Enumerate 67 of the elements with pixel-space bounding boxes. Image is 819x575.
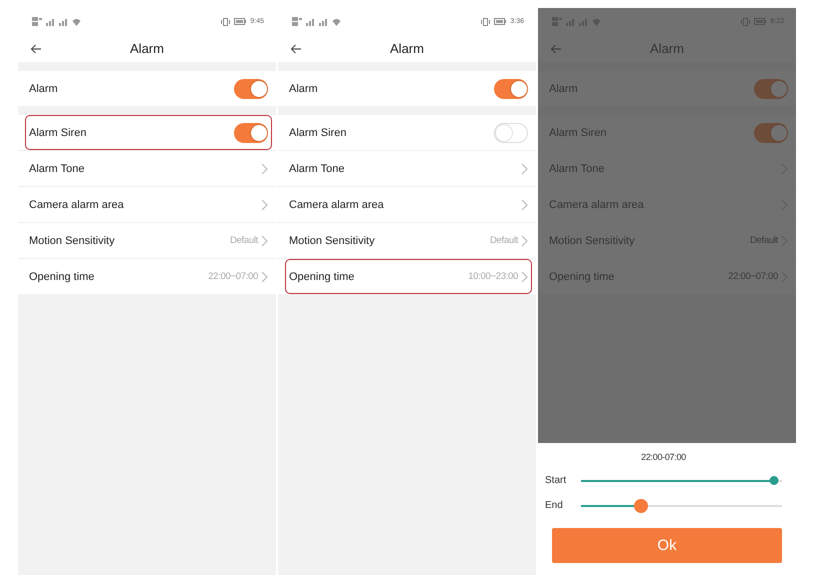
setting-label: Alarm Tone bbox=[549, 162, 606, 174]
wifi-icon bbox=[332, 18, 341, 26]
setting-label: Opening time bbox=[29, 270, 96, 282]
sim-card-icon bbox=[292, 17, 303, 26]
setting-row[interactable]: Motion Sensitivity Default bbox=[25, 223, 272, 258]
screen-title: Alarm bbox=[130, 40, 164, 58]
time-range: 22:00-07:00 bbox=[641, 452, 686, 462]
setting-row[interactable]: Alarm Tone bbox=[285, 151, 532, 186]
setting-label: Alarm Siren bbox=[289, 126, 348, 138]
time-slider[interactable] bbox=[581, 498, 782, 512]
setting-value: 10:00~23:00 bbox=[468, 271, 518, 282]
chevron-right-icon bbox=[261, 198, 268, 210]
setting-row[interactable]: Alarm Tone bbox=[25, 151, 272, 186]
slider-thumb[interactable] bbox=[769, 476, 778, 485]
vibrate-icon bbox=[221, 18, 230, 26]
setting-row[interactable]: Alarm Siren bbox=[285, 115, 532, 150]
setting-row[interactable]: Opening time 10:00~23:00 bbox=[285, 259, 532, 294]
setting-label: Alarm Siren bbox=[549, 126, 608, 138]
chevron-right-icon bbox=[261, 270, 268, 282]
chevron-right-icon bbox=[521, 162, 528, 174]
time-slider[interactable] bbox=[581, 474, 782, 488]
screen-title: Alarm bbox=[390, 40, 424, 58]
toggle-switch[interactable] bbox=[494, 122, 528, 142]
battery-icon bbox=[234, 18, 246, 25]
setting-label: Motion Sensitivity bbox=[29, 234, 116, 246]
setting-row[interactable]: Camera alarm area bbox=[285, 187, 532, 222]
chevron-right-icon bbox=[261, 162, 268, 174]
setting-label: Alarm bbox=[29, 82, 59, 94]
setting-label: Camera alarm area bbox=[289, 198, 385, 210]
setting-row[interactable]: Opening time 22:00~07:00 bbox=[25, 259, 272, 294]
setting-value: 22:00~07:00 bbox=[208, 271, 258, 282]
setting-label: Alarm bbox=[549, 82, 579, 94]
back-arrow-icon[interactable] bbox=[290, 44, 302, 54]
chevron-right-icon bbox=[521, 234, 528, 246]
setting-label: Camera alarm area bbox=[549, 198, 645, 210]
setting-label: Motion Sensitivity bbox=[289, 234, 376, 246]
setting-label: Opening time bbox=[549, 270, 616, 282]
setting-label: Alarm Tone bbox=[29, 162, 86, 174]
setting-label: Alarm Siren bbox=[29, 126, 88, 138]
setting-label: Alarm bbox=[289, 82, 319, 94]
signal-icon bbox=[319, 18, 329, 26]
screen-title: Alarm bbox=[650, 40, 684, 58]
setting-label: Camera alarm area bbox=[29, 198, 125, 210]
toggle-switch[interactable] bbox=[494, 78, 528, 98]
vibrate-icon bbox=[481, 18, 490, 26]
chevron-right-icon bbox=[521, 198, 528, 210]
slider-label: Start bbox=[545, 475, 568, 486]
chevron-right-icon bbox=[261, 234, 268, 246]
setting-label: Alarm Tone bbox=[289, 162, 346, 174]
signal-icon bbox=[46, 18, 56, 26]
sim-card-icon bbox=[32, 17, 43, 26]
setting-label: Motion Sensitivity bbox=[549, 234, 636, 246]
signal-icon bbox=[306, 18, 316, 26]
toggle-switch[interactable] bbox=[234, 78, 268, 98]
setting-value: Default bbox=[230, 235, 258, 246]
back-arrow-icon[interactable] bbox=[30, 44, 42, 54]
setting-row[interactable]: Motion Sensitivity Default bbox=[285, 223, 532, 258]
slider-thumb[interactable] bbox=[634, 498, 648, 512]
battery-icon bbox=[494, 18, 506, 25]
setting-row[interactable]: Camera alarm area bbox=[25, 187, 272, 222]
wifi-icon bbox=[72, 18, 81, 26]
slider-label: End bbox=[545, 500, 564, 511]
toggle-switch[interactable] bbox=[234, 122, 268, 142]
setting-value: Default bbox=[490, 235, 518, 246]
setting-label: Opening time bbox=[289, 270, 356, 282]
signal-icon bbox=[59, 18, 69, 26]
chevron-right-icon bbox=[521, 270, 528, 282]
